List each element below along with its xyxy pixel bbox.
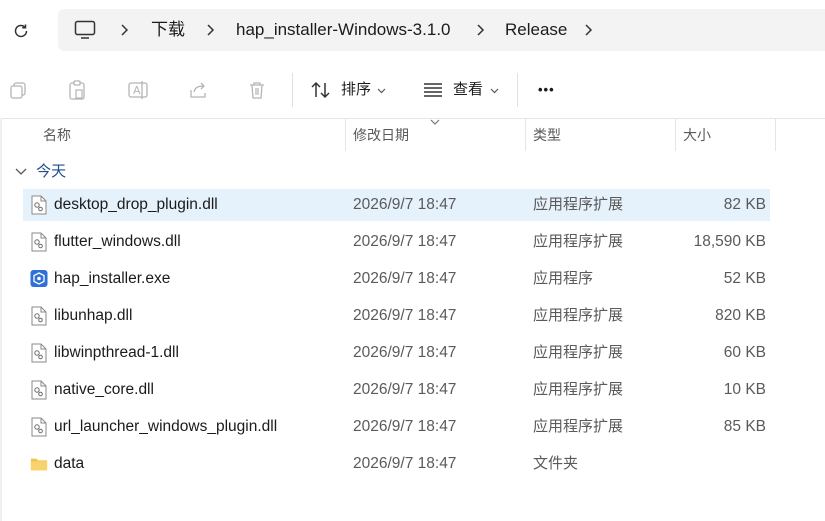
pane-edge bbox=[0, 118, 2, 521]
file-type: 应用程序扩展 bbox=[533, 307, 624, 324]
delete-button[interactable] bbox=[246, 79, 268, 101]
column-divider[interactable] bbox=[675, 119, 676, 151]
file-type: 应用程序 bbox=[533, 270, 594, 287]
file-size: 18,590 KB bbox=[693, 233, 766, 250]
paste-icon bbox=[69, 80, 85, 100]
file-size: 60 KB bbox=[723, 344, 766, 361]
toolbar-divider bbox=[292, 73, 293, 107]
column-divider[interactable] bbox=[345, 119, 346, 151]
file-row[interactable]: libwinpthread-1.dll 2026/9/7 18:47 应用程序扩展 6… bbox=[23, 337, 770, 369]
breadcrumb-item[interactable]: Release bbox=[505, 9, 567, 51]
file-date: 2026/9/7 18:47 bbox=[353, 418, 457, 435]
file-name[interactable]: desktop_drop_plugin.dll bbox=[54, 189, 218, 221]
file-date: 2026/9/7 18:47 bbox=[353, 196, 457, 213]
group-label: 今天 bbox=[36, 163, 67, 180]
file-row[interactable]: desktop_drop_plugin.dll 2026/9/7 18:47 应用程… bbox=[23, 189, 770, 221]
chevron-right-icon[interactable] bbox=[582, 23, 594, 37]
chevron-down-icon[interactable] bbox=[490, 88, 499, 94]
copy-icon bbox=[10, 82, 26, 99]
column-header-date[interactable]: 修改日期 bbox=[353, 119, 409, 151]
breadcrumb-item[interactable]: hap_installer-Windows-3.1.0 bbox=[236, 9, 451, 51]
column-divider[interactable] bbox=[525, 119, 526, 151]
address-bar[interactable]: 下载 hap_installer-Windows-3.1.0 Release bbox=[58, 9, 825, 51]
sort-icon bbox=[311, 81, 330, 99]
column-header-size[interactable]: 大小 bbox=[683, 119, 711, 151]
file-date: 2026/9/7 18:47 bbox=[353, 344, 457, 361]
sort-icon-wrap[interactable] bbox=[310, 79, 332, 101]
file-name[interactable]: hap_installer.exe bbox=[54, 263, 170, 295]
file-name[interactable]: native_core.dll bbox=[54, 374, 154, 406]
file-size: 85 KB bbox=[723, 418, 766, 435]
command-bar: A 排序 查看 ••• bbox=[0, 61, 825, 119]
file-date: 2026/9/7 18:47 bbox=[353, 307, 457, 324]
file-row[interactable]: flutter_windows.dll 2026/9/7 18:47 应用程序扩展 1… bbox=[23, 226, 770, 258]
sort-button[interactable]: 排序 bbox=[341, 79, 371, 101]
file-type: 文件夹 bbox=[533, 455, 579, 472]
address-bar-row: 下载 hap_installer-Windows-3.1.0 Release bbox=[0, 0, 825, 61]
file-size: 820 KB bbox=[715, 307, 766, 324]
chevron-down-icon bbox=[15, 168, 27, 175]
file-type: 应用程序扩展 bbox=[533, 418, 624, 435]
file-date: 2026/9/7 18:47 bbox=[353, 381, 457, 398]
view-list-icon bbox=[424, 83, 442, 97]
file-type: 应用程序扩展 bbox=[533, 344, 624, 361]
view-icon-wrap[interactable] bbox=[422, 79, 444, 101]
file-row[interactable]: native_core.dll 2026/9/7 18:47 应用程序扩展 10 KB bbox=[23, 374, 770, 406]
file-size: 10 KB bbox=[723, 381, 766, 398]
sort-indicator-icon bbox=[430, 119, 440, 125]
toolbar-divider bbox=[517, 73, 518, 107]
file-type: 应用程序扩展 bbox=[533, 233, 624, 250]
file-date: 2026/9/7 18:47 bbox=[353, 455, 457, 472]
breadcrumb-item[interactable]: 下载 bbox=[151, 9, 185, 51]
share-icon bbox=[190, 82, 206, 98]
paste-button[interactable] bbox=[66, 79, 88, 101]
file-row[interactable]: hap_installer.exe 2026/9/7 18:47 应用程序 52 KB bbox=[23, 263, 770, 295]
file-size: 52 KB bbox=[723, 270, 766, 287]
column-headers: 名称 修改日期 类型 大小 bbox=[0, 119, 825, 151]
file-name[interactable]: flutter_windows.dll bbox=[54, 226, 181, 258]
chevron-right-icon[interactable] bbox=[204, 23, 216, 37]
column-header-type[interactable]: 类型 bbox=[533, 119, 561, 151]
file-row[interactable]: libunhap.dll 2026/9/7 18:47 应用程序扩展 820 KB bbox=[23, 300, 770, 332]
file-type: 应用程序扩展 bbox=[533, 381, 624, 398]
file-row[interactable]: url_launcher_windows_plugin.dll 2026/9/7 … bbox=[23, 411, 770, 443]
trash-icon bbox=[250, 82, 264, 99]
svg-text:A: A bbox=[133, 84, 141, 97]
file-type: 应用程序扩展 bbox=[533, 196, 624, 213]
view-button[interactable]: 查看 bbox=[453, 79, 483, 101]
rename-icon: A bbox=[128, 81, 148, 99]
file-name[interactable]: libwinpthread-1.dll bbox=[54, 337, 179, 369]
column-header-name[interactable]: 名称 bbox=[43, 119, 71, 151]
file-name[interactable]: data bbox=[54, 448, 84, 480]
chevron-right-icon[interactable] bbox=[474, 23, 486, 37]
this-pc-icon[interactable] bbox=[74, 20, 96, 40]
copy-button[interactable] bbox=[7, 79, 29, 101]
share-button[interactable] bbox=[187, 79, 209, 101]
column-divider[interactable] bbox=[775, 119, 776, 151]
chevron-down-icon[interactable] bbox=[377, 88, 386, 94]
rename-button[interactable]: A bbox=[127, 79, 149, 101]
file-size: 82 KB bbox=[723, 196, 766, 213]
more-options-button[interactable]: ••• bbox=[538, 79, 555, 101]
file-date: 2026/9/7 18:47 bbox=[353, 233, 457, 250]
group-header-today[interactable]: 今天 bbox=[14, 160, 66, 184]
file-name[interactable]: url_launcher_windows_plugin.dll bbox=[54, 411, 277, 443]
file-name[interactable]: libunhap.dll bbox=[54, 300, 132, 332]
file-date: 2026/9/7 18:47 bbox=[353, 270, 457, 287]
file-row[interactable]: data 2026/9/7 18:47 文件夹 bbox=[23, 448, 770, 480]
refresh-button[interactable] bbox=[9, 19, 33, 43]
chevron-right-icon[interactable] bbox=[118, 23, 130, 37]
refresh-icon bbox=[14, 24, 28, 38]
